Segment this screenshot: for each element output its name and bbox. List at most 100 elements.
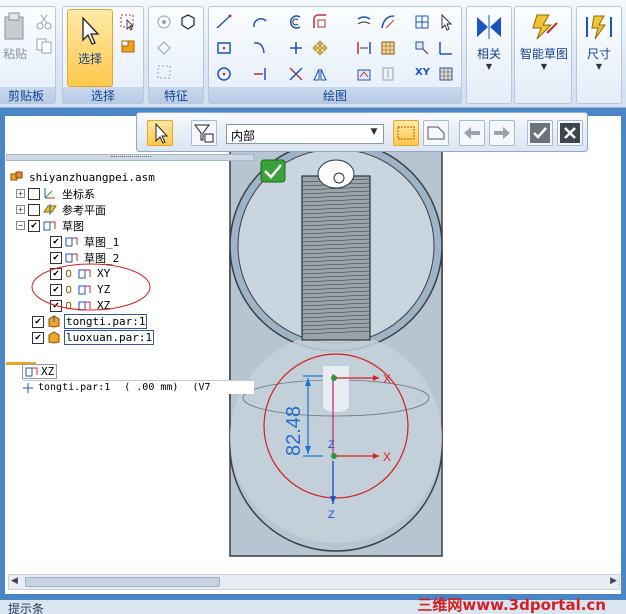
xy-coordinate-button[interactable]: XY — [415, 67, 430, 78]
offset-curve-icon[interactable] — [287, 13, 305, 31]
grid-select-icon[interactable] — [413, 13, 431, 31]
diamond-feature-icon[interactable] — [155, 39, 173, 57]
checkbox-checked[interactable]: ✔ — [32, 315, 44, 328]
plane-indicator-label: XZ — [41, 365, 55, 378]
checkbox-checked[interactable]: ✔ — [50, 235, 62, 248]
relate-group: 相关 ▼ — [466, 6, 512, 104]
draw-group: XY 绘图 — [208, 6, 462, 104]
filter-icon — [194, 124, 214, 143]
draw-group-label: 绘图 — [209, 87, 461, 103]
scroll-right-icon[interactable]: ▶ — [610, 576, 617, 586]
project-tool-icon[interactable] — [355, 13, 373, 31]
dimension-group: 尺寸 ▼ — [576, 6, 622, 104]
cmd-accept-button[interactable] — [527, 120, 553, 146]
dimension-button[interactable]: 尺寸 ▼ — [579, 13, 619, 83]
smart-sketch-icon — [532, 14, 558, 40]
tree-item-tongti[interactable]: ✔ tongti.par:1 — [32, 314, 148, 329]
sketch-icon — [25, 367, 38, 377]
cmd-overlap-button[interactable] — [423, 120, 449, 146]
sketch-plane-icon[interactable] — [355, 65, 373, 83]
include-tool-icon[interactable] — [379, 65, 397, 83]
trim-tool-icon[interactable] — [287, 65, 305, 83]
part-readout-suffix: (V7 — [192, 382, 211, 393]
checkbox[interactable] — [28, 187, 40, 200]
tree-item-luoxuan[interactable]: ✔ luoxuan.par:1 — [32, 330, 155, 345]
mirror-tool-icon[interactable] — [311, 65, 329, 83]
paste-label: 粘贴 — [2, 47, 27, 61]
cmd-back-button[interactable] — [459, 120, 485, 146]
hexagon-feature-icon[interactable] — [179, 13, 197, 31]
grid-tool-icon[interactable] — [379, 39, 397, 57]
arrow-right-icon — [494, 127, 510, 139]
checkbox-checked[interactable]: ✔ — [32, 331, 44, 344]
relate-button[interactable]: 相关 ▼ — [469, 13, 509, 83]
tree-item-coordinate-systems[interactable]: + 坐标系 — [16, 184, 97, 203]
status-text: 提示条 — [8, 602, 45, 614]
circle-tool-icon[interactable] — [215, 65, 233, 83]
rectangle-tool-icon[interactable] — [215, 39, 233, 57]
chevron-down-icon[interactable]: ▼ — [367, 127, 381, 141]
cut-icon[interactable] — [35, 13, 53, 31]
circle-feature-icon[interactable] — [155, 13, 173, 31]
cmd-cancel-button[interactable] — [557, 120, 583, 146]
line-tool-icon[interactable] — [215, 13, 233, 31]
copy-icon[interactable] — [35, 37, 53, 55]
selection-mode-dropdown[interactable]: 内部 ▼ — [226, 124, 384, 144]
axis-x-label-2: X — [383, 450, 391, 464]
select-button[interactable]: 选择 — [67, 9, 113, 87]
smart-sketch-group: 智能草图 ▼ — [514, 6, 572, 104]
scrollbar-thumb[interactable] — [25, 577, 220, 587]
tree-item-sketch-1[interactable]: ✔ 草图_1 — [50, 232, 122, 251]
horizontal-scrollbar[interactable]: ◀ ▶ — [8, 574, 620, 590]
tree-item-sketches[interactable]: − ✔ 草图 — [16, 216, 86, 235]
reference-plane-icon — [43, 204, 57, 215]
cross-point-icon[interactable] — [287, 39, 305, 57]
tree-item-reference-planes[interactable]: + 参考平面 — [16, 200, 108, 219]
box-overlap-icon — [427, 126, 445, 140]
curve-tool-icon[interactable] — [251, 39, 269, 57]
grid-display-icon[interactable] — [437, 65, 455, 83]
tree-item-label: luoxuan.par:1 — [64, 330, 155, 345]
pointer-select-icon[interactable] — [437, 13, 455, 31]
expand-icon[interactable]: + — [16, 205, 25, 214]
select-tool-icon[interactable] — [119, 13, 137, 31]
move-tool-icon[interactable] — [311, 39, 329, 57]
scroll-left-icon[interactable]: ◀ — [11, 576, 18, 586]
convert-tool-icon[interactable] — [379, 13, 397, 31]
pathfinder-splitter[interactable] — [6, 154, 254, 161]
extend-tool-icon[interactable] — [251, 65, 269, 83]
feature-group-label: 特征 — [149, 87, 203, 103]
dimension-value[interactable]: 82.48 — [283, 406, 305, 456]
select-group: 选择 选择 — [62, 6, 144, 104]
paste-button[interactable]: 粘贴 — [1, 11, 29, 73]
arc-tool-icon[interactable] — [251, 13, 269, 31]
select-label: 选择 — [77, 52, 102, 66]
cmd-filter-button[interactable] — [191, 120, 217, 146]
plane-indicator[interactable]: XZ — [22, 364, 58, 379]
cmd-select-button[interactable] — [147, 120, 173, 146]
tree-item-label: tongti.par:1 — [64, 314, 148, 329]
fillet-tool-icon[interactable] — [311, 13, 329, 31]
angle-tool-icon[interactable] — [437, 39, 455, 57]
assembly-tree: shiyanzhuangpei.asm + 坐标系 + 参考平面 − ✔ 草图 … — [6, 166, 254, 356]
pattern-feature-icon[interactable] — [155, 63, 173, 81]
cmd-next-button[interactable] — [489, 120, 515, 146]
expand-icon[interactable]: + — [16, 189, 25, 198]
assembly-icon — [10, 171, 23, 181]
clipboard-group: 粘贴 剪贴板 — [0, 6, 56, 104]
checkbox-checked[interactable]: ✔ — [28, 219, 40, 232]
axis-z-label-1: Z — [328, 439, 335, 451]
dimension-axis-icon[interactable] — [355, 39, 373, 57]
box-select-icon[interactable] — [119, 37, 137, 55]
cmd-inside-button[interactable] — [393, 120, 419, 146]
pointer-arrow-icon — [82, 16, 100, 45]
collapse-icon[interactable]: − — [16, 221, 25, 230]
smart-sketch-button[interactable]: 智能草图 ▼ — [517, 13, 571, 83]
paste-icon — [4, 12, 24, 40]
tree-root[interactable]: shiyanzhuangpei.asm — [10, 170, 157, 185]
snap-tool-icon[interactable] — [413, 39, 431, 57]
box-inside-icon — [397, 126, 415, 140]
relate-label: 相关 — [476, 47, 501, 61]
checkbox[interactable] — [28, 203, 40, 216]
selection-mode-value: 内部 — [231, 129, 256, 143]
